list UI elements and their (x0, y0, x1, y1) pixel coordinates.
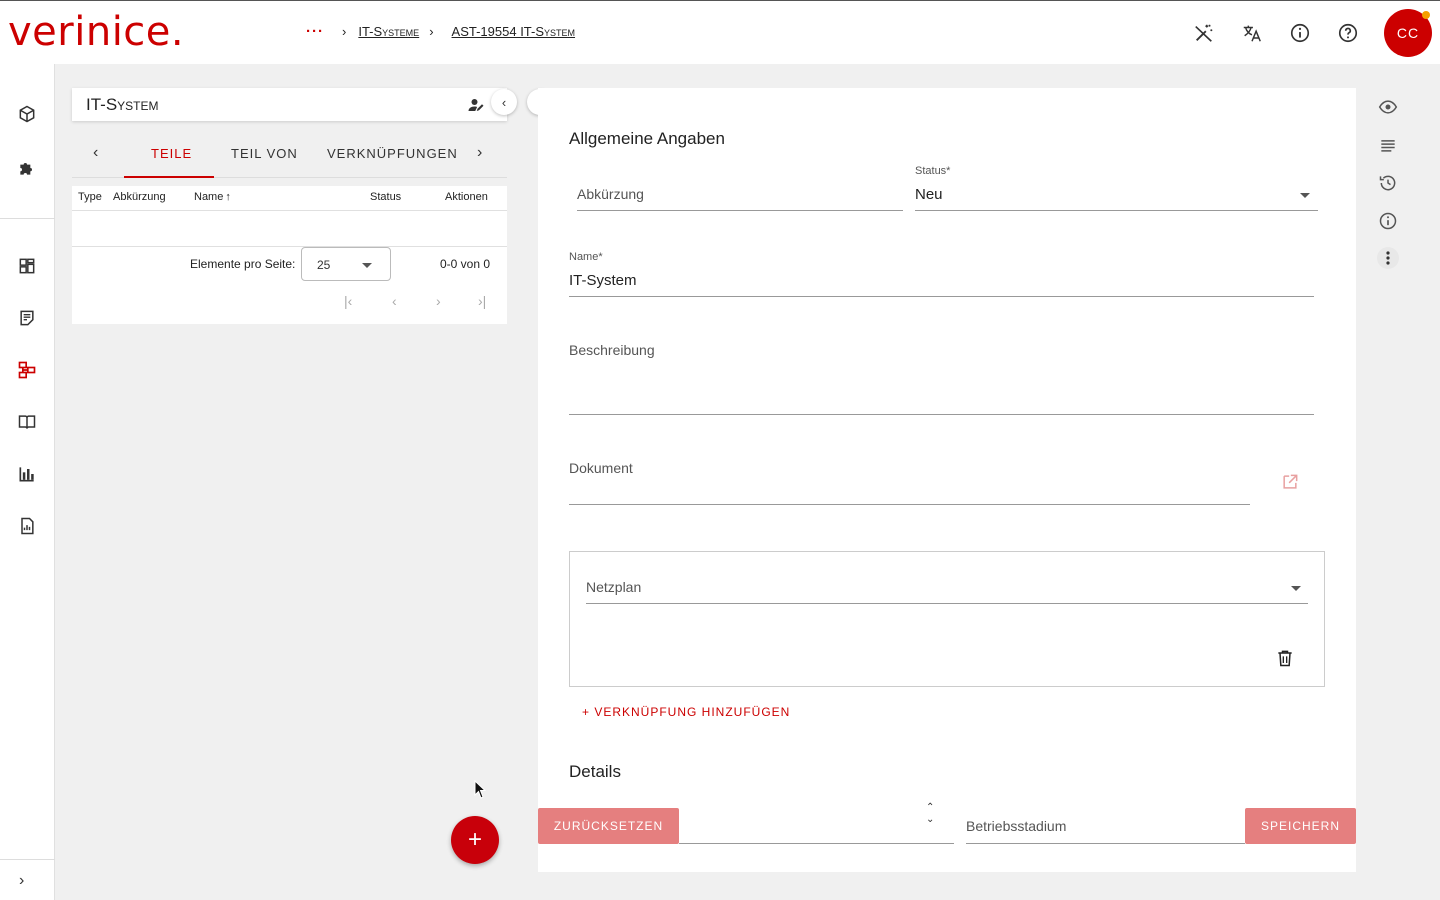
first-page-button[interactable]: |‹ (344, 293, 352, 309)
active-tab-indicator (124, 176, 214, 178)
help-icon[interactable] (1336, 21, 1360, 45)
link-group: Netzplan (569, 551, 1325, 687)
description-label: Beschreibung (569, 342, 655, 358)
book-icon[interactable] (15, 410, 39, 434)
dashboard-icon[interactable] (15, 254, 39, 278)
table-divider (72, 210, 507, 211)
status-caret-icon[interactable] (1300, 193, 1310, 198)
element-title-card: IT-System (72, 88, 507, 121)
document-underline (569, 504, 1250, 505)
add-link-button[interactable]: + VERKNÜPFUNG HINZUFÜGEN (582, 705, 790, 719)
chevron-right-icon: › (429, 24, 434, 39)
column-header-type[interactable]: Type (78, 191, 102, 203)
stepper-icon[interactable]: ⌃ ⌄ (926, 802, 934, 826)
section-title-general: Allgemeine Angaben (569, 129, 725, 148)
page-size-select[interactable]: 25 (301, 247, 391, 281)
prev-page-button[interactable]: ‹ (392, 293, 397, 309)
parts-table: Type Abkürzung Name ↑ Status Aktionen Ele… (72, 186, 507, 324)
column-header-status[interactable]: Status (370, 191, 401, 203)
report-icon[interactable] (15, 514, 39, 538)
netzplan-label: Netzplan (586, 579, 642, 595)
expand-sidebar-button[interactable]: › (19, 872, 24, 890)
betriebsstadium-label: Betriebsstadium (966, 818, 1067, 834)
translate-icon[interactable] (1240, 21, 1264, 45)
status-select[interactable]: Neu (915, 186, 943, 203)
tabs-prev-button[interactable]: ‹ (93, 144, 98, 162)
info-icon[interactable] (1376, 209, 1400, 233)
sidebar-divider (0, 218, 55, 219)
cube-icon[interactable] (15, 102, 39, 126)
betriebsstadium-underline (966, 843, 1245, 844)
next-page-button[interactable]: › (436, 293, 441, 309)
name-underline (569, 296, 1314, 297)
tab-bar: ‹ TEILE TEIL VON VERKNÜPFUNGEN › (72, 132, 507, 178)
name-label: Name* (569, 251, 603, 263)
column-header-name[interactable]: Name ↑ (194, 191, 231, 203)
notification-dot (1422, 11, 1430, 19)
puzzle-icon[interactable] (15, 156, 39, 180)
tab-teil-von[interactable]: TEIL VON (231, 146, 298, 161)
dropdown-caret-icon (362, 263, 372, 268)
column-header-name-label: Name (194, 191, 224, 203)
sidebar-divider (0, 859, 55, 860)
column-header-abkuerzung[interactable]: Abkürzung (113, 191, 166, 203)
breadcrumb: ··· › IT-Systeme › AST-19554 IT-System (306, 23, 585, 40)
element-form: Allgemeine Angaben Abkürzung Status* Neu… (538, 88, 1356, 872)
breadcrumb-it-systeme[interactable]: IT-Systeme (358, 24, 419, 39)
number-field-underline (679, 843, 954, 844)
delete-link-icon[interactable] (1275, 648, 1295, 673)
more-vert-icon[interactable] (1376, 246, 1400, 270)
avatar-initials: CC (1396, 25, 1420, 41)
notes-icon[interactable] (15, 306, 39, 330)
assign-user-icon[interactable] (467, 96, 485, 119)
hierarchy-icon[interactable] (15, 358, 39, 382)
reset-button[interactable]: ZURÜCKSETZEN (538, 808, 679, 844)
open-external-icon[interactable] (1280, 472, 1300, 497)
logo[interactable]: verinice. (8, 9, 184, 55)
info-icon[interactable] (1288, 21, 1312, 45)
page-title: IT-System (86, 95, 159, 114)
page-size-value: 25 (317, 258, 331, 272)
add-part-button[interactable]: + (451, 816, 499, 864)
collapse-left-button[interactable]: ‹ (491, 89, 517, 115)
status-underline (915, 210, 1318, 211)
sidebar: › (0, 64, 55, 900)
last-page-button[interactable]: ›| (478, 293, 486, 309)
column-header-aktionen: Aktionen (445, 191, 488, 203)
app-header: verinice. ··· › IT-Systeme › AST-19554 I… (0, 0, 1440, 64)
avatar[interactable]: CC (1384, 9, 1432, 57)
table-divider (72, 246, 507, 247)
tab-verknuepfungen[interactable]: VERKNÜPFUNGEN (327, 146, 458, 161)
tabs-next-button[interactable]: › (477, 144, 482, 162)
tab-teile[interactable]: TEILE (151, 146, 192, 161)
bar-chart-icon[interactable] (15, 462, 39, 486)
magic-wand-off-icon[interactable] (1192, 21, 1216, 45)
name-input[interactable]: IT-System (569, 272, 637, 289)
breadcrumb-current[interactable]: AST-19554 IT-System (452, 24, 576, 39)
chevron-right-icon: › (342, 24, 347, 39)
sort-arrow-icon: ↑ (225, 191, 231, 203)
list-icon[interactable] (1376, 133, 1400, 157)
description-underline (569, 414, 1314, 415)
abbreviation-underline (577, 210, 903, 211)
breadcrumb-more[interactable]: ··· (306, 23, 324, 40)
status-label: Status* (915, 165, 951, 177)
abbreviation-label: Abkürzung (577, 186, 644, 202)
mouse-cursor-icon (474, 779, 487, 805)
netzplan-underline (586, 603, 1308, 604)
section-title-details: Details (569, 762, 621, 781)
history-icon[interactable] (1376, 171, 1400, 195)
page-size-label: Elemente pro Seite: (190, 257, 296, 271)
document-label: Dokument (569, 460, 633, 476)
eye-icon[interactable] (1376, 95, 1400, 119)
page-range: 0-0 von 0 (440, 257, 491, 271)
save-button[interactable]: SPEICHERN (1245, 808, 1356, 844)
netzplan-caret-icon[interactable] (1291, 586, 1301, 591)
